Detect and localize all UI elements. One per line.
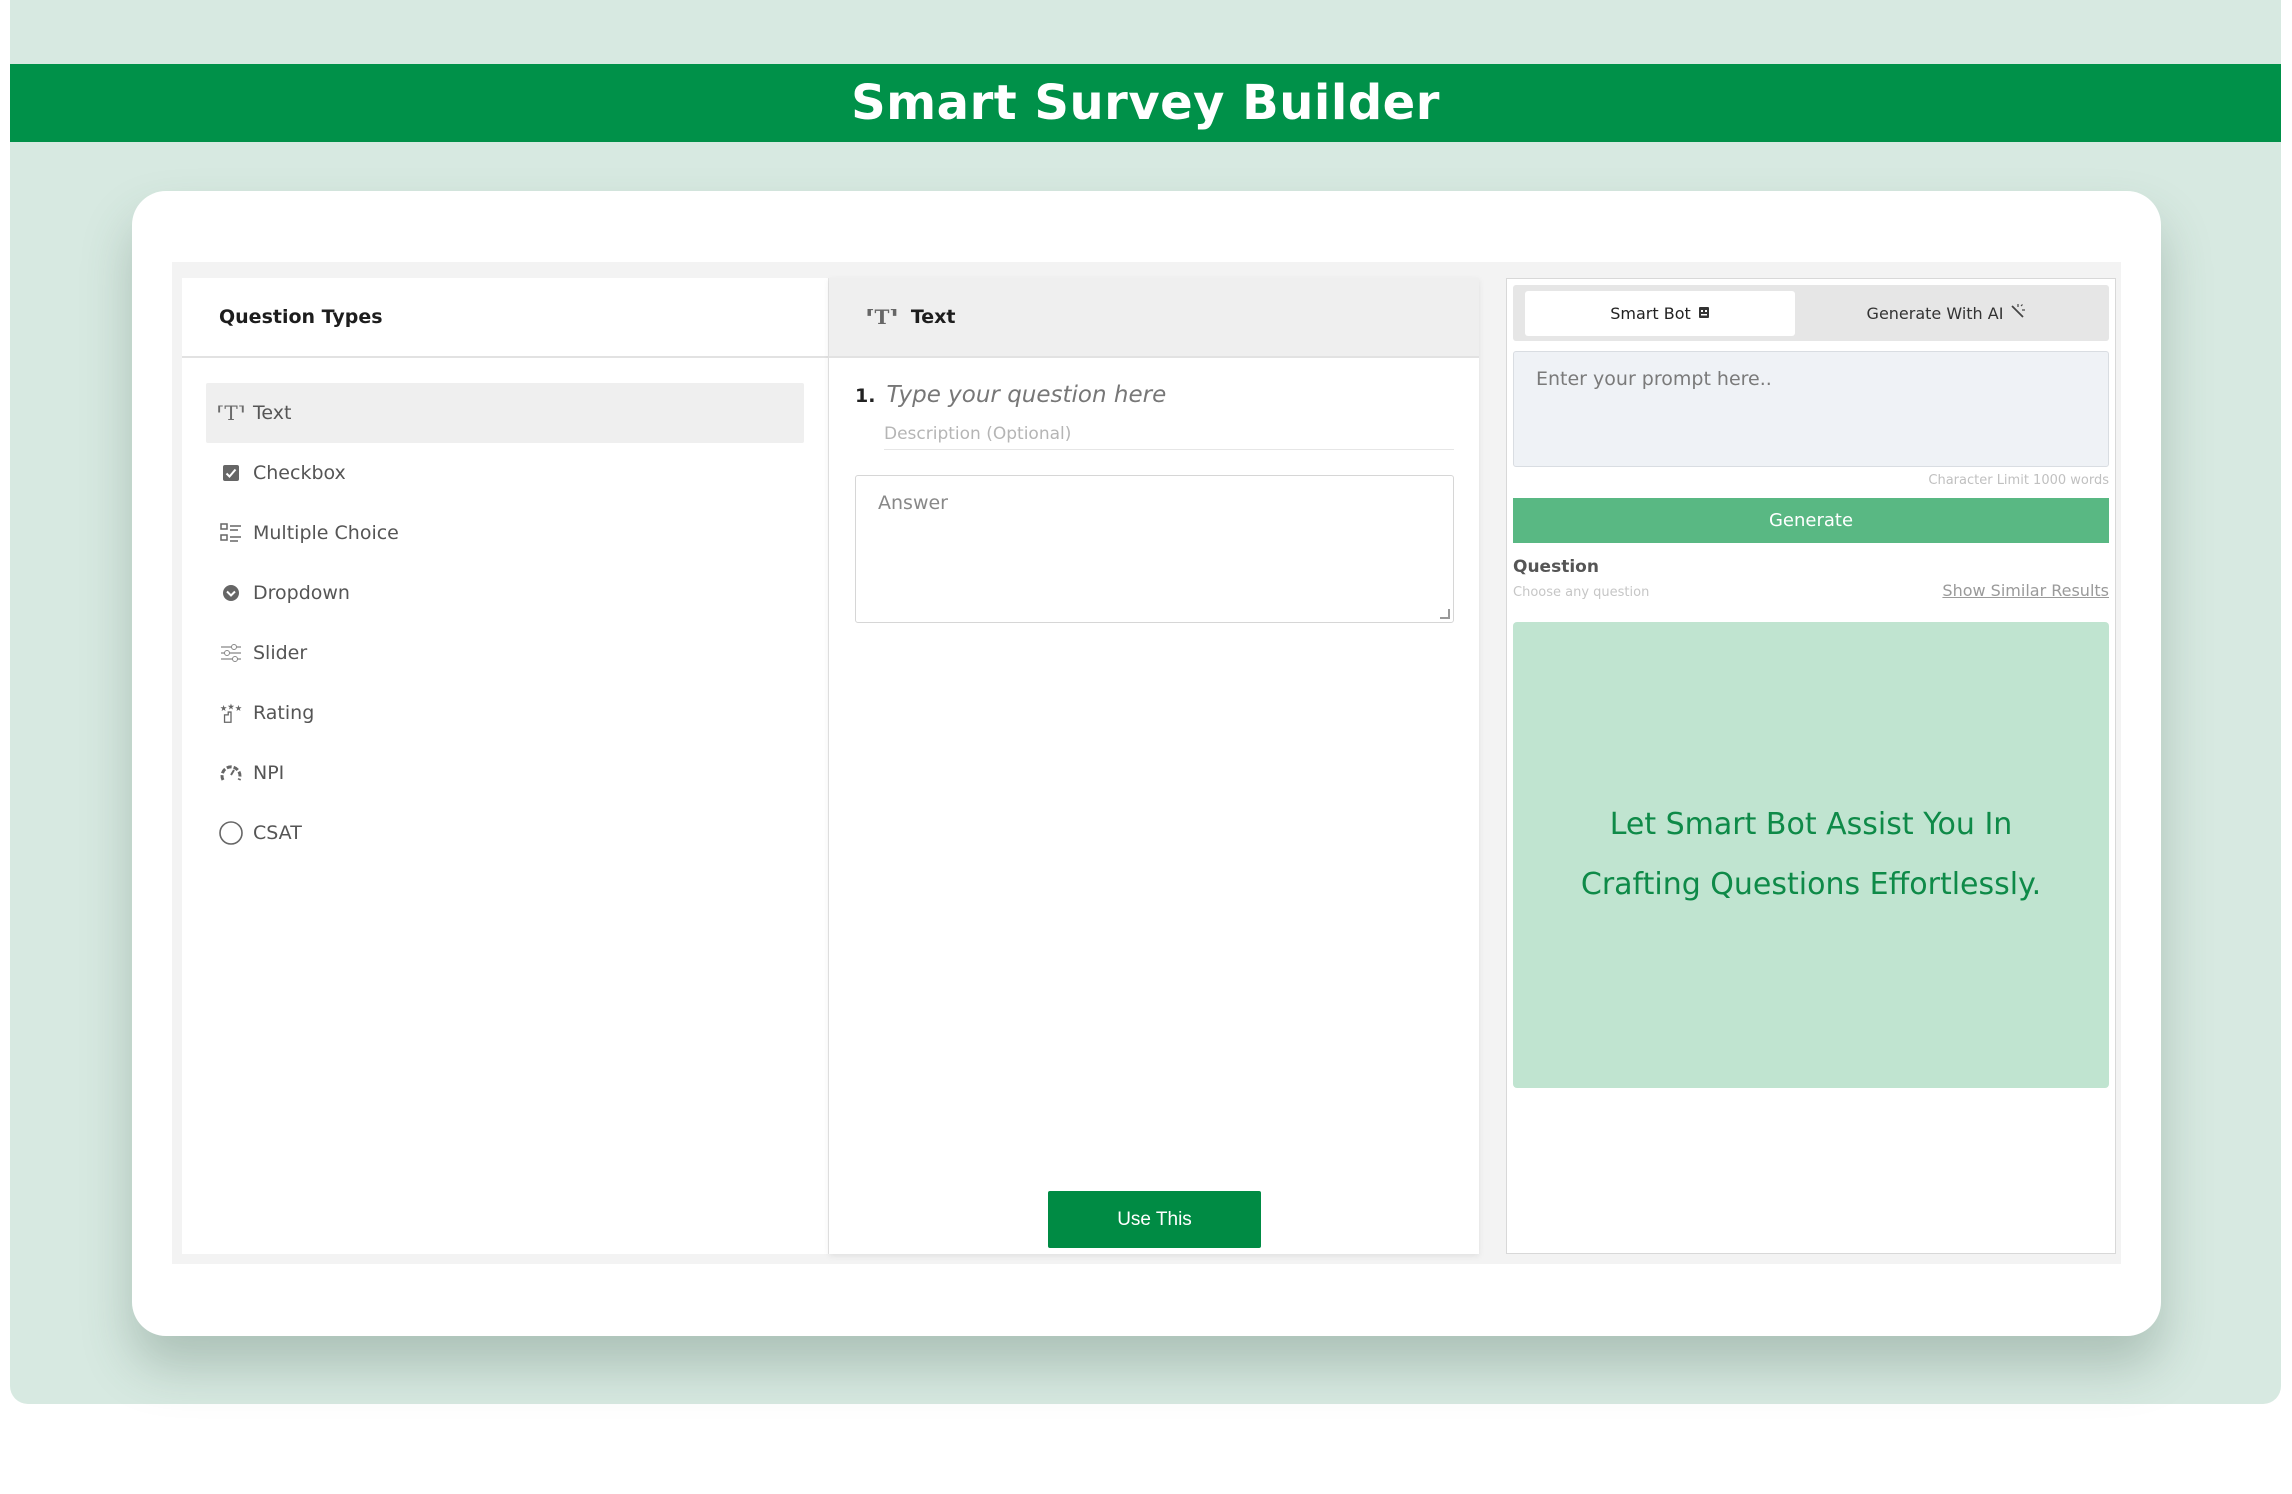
page-background: Smart Survey Builder Question Types ⸢T⸣ … <box>10 0 2281 1404</box>
prompt-input[interactable]: Enter your prompt here.. <box>1513 351 2109 467</box>
question-type-label: Rating <box>253 702 315 724</box>
resize-handle-icon[interactable] <box>1440 609 1450 619</box>
generate-button[interactable]: Generate <box>1513 498 2109 543</box>
question-type-rating[interactable]: ★ ★ ★ Rating <box>206 683 804 743</box>
magic-wand-icon <box>2009 303 2026 323</box>
checkbox-icon <box>219 461 243 485</box>
assist-message: Let Smart Bot Assist You In Crafting Que… <box>1580 807 2042 902</box>
dropdown-icon <box>219 581 243 605</box>
editor-type-label: Text <box>910 306 956 328</box>
circle-icon <box>219 821 243 845</box>
use-this-button[interactable]: Use This <box>1048 1191 1261 1248</box>
question-type-checkbox[interactable]: Checkbox <box>206 443 804 503</box>
question-types-header: Question Types <box>182 278 828 358</box>
question-type-label: Multiple Choice <box>253 522 399 544</box>
builder-card: Question Types ⸢T⸣ Text Checkbox Multipl… <box>132 191 2161 1336</box>
question-types-panel: Question Types ⸢T⸣ Text Checkbox Multipl… <box>182 278 829 1254</box>
tab-smart-bot[interactable]: Smart Bot <box>1525 290 1795 336</box>
question-number: 1. <box>855 385 876 407</box>
question-type-multiple-choice[interactable]: Multiple Choice <box>206 503 804 563</box>
tab-generate-with-ai[interactable]: Generate With AI <box>1795 291 2097 336</box>
answer-placeholder: Answer <box>878 492 948 514</box>
question-label: Question <box>1513 557 1599 577</box>
question-type-label: Slider <box>253 642 308 664</box>
question-description-input[interactable]: Description (Optional) <box>884 424 1071 444</box>
question-type-label: CSAT <box>253 822 302 844</box>
question-type-dropdown[interactable]: Dropdown <box>206 563 804 623</box>
question-type-label: Text <box>253 402 292 424</box>
gauge-icon <box>219 761 243 785</box>
robot-icon <box>1698 304 1710 323</box>
show-similar-results-link[interactable]: Show Similar Results <box>1942 581 2109 600</box>
editor-header: ⸢T⸣ Text <box>829 278 1479 358</box>
assist-message-box: Let Smart Bot Assist You In Crafting Que… <box>1513 622 2109 1088</box>
question-type-npi[interactable]: NPI <box>206 743 804 803</box>
tab-label: Smart Bot <box>1610 303 1691 323</box>
question-type-slider[interactable]: Slider <box>206 623 804 683</box>
rating-icon: ★ ★ ★ <box>219 701 243 725</box>
question-types-heading: Question Types <box>219 306 383 328</box>
app-title: Smart Survey Builder <box>851 75 1440 131</box>
svg-text:★: ★ <box>220 703 227 713</box>
question-type-text[interactable]: ⸢T⸣ Text <box>206 383 804 443</box>
list-icon <box>219 521 243 545</box>
app-header: Smart Survey Builder <box>10 64 2281 142</box>
svg-text:★: ★ <box>227 701 234 711</box>
tab-label: Generate With AI <box>1866 303 2004 323</box>
assistant-tabs: Smart Bot Generate With AI <box>1513 285 2109 341</box>
text-icon: ⸢T⸣ <box>216 401 246 425</box>
divider <box>884 449 1454 450</box>
builder-area: Question Types ⸢T⸣ Text Checkbox Multipl… <box>172 262 2121 1264</box>
question-types-list: ⸢T⸣ Text Checkbox Multiple Choice Dropdo… <box>182 358 828 863</box>
question-hint: Choose any question <box>1513 585 1650 600</box>
answer-textarea[interactable]: Answer <box>855 475 1454 623</box>
question-type-label: Checkbox <box>253 462 346 484</box>
question-editor-panel: ⸢T⸣ Text 1. Type your question here Desc… <box>829 278 1479 1254</box>
question-type-label: NPI <box>253 762 285 784</box>
svg-text:★: ★ <box>235 703 242 713</box>
question-title-input[interactable]: Type your question here <box>886 382 1166 408</box>
question-type-csat[interactable]: CSAT <box>206 803 804 863</box>
question-title-row: 1. Type your question here <box>855 382 1166 408</box>
question-type-label: Dropdown <box>253 582 350 604</box>
slider-icon <box>219 641 243 665</box>
character-limit-note: Character Limit 1000 words <box>1928 473 2109 488</box>
text-icon: ⸢T⸣ <box>865 305 899 329</box>
smart-bot-panel: Smart Bot Generate With AI Enter your pr… <box>1506 278 2116 1254</box>
